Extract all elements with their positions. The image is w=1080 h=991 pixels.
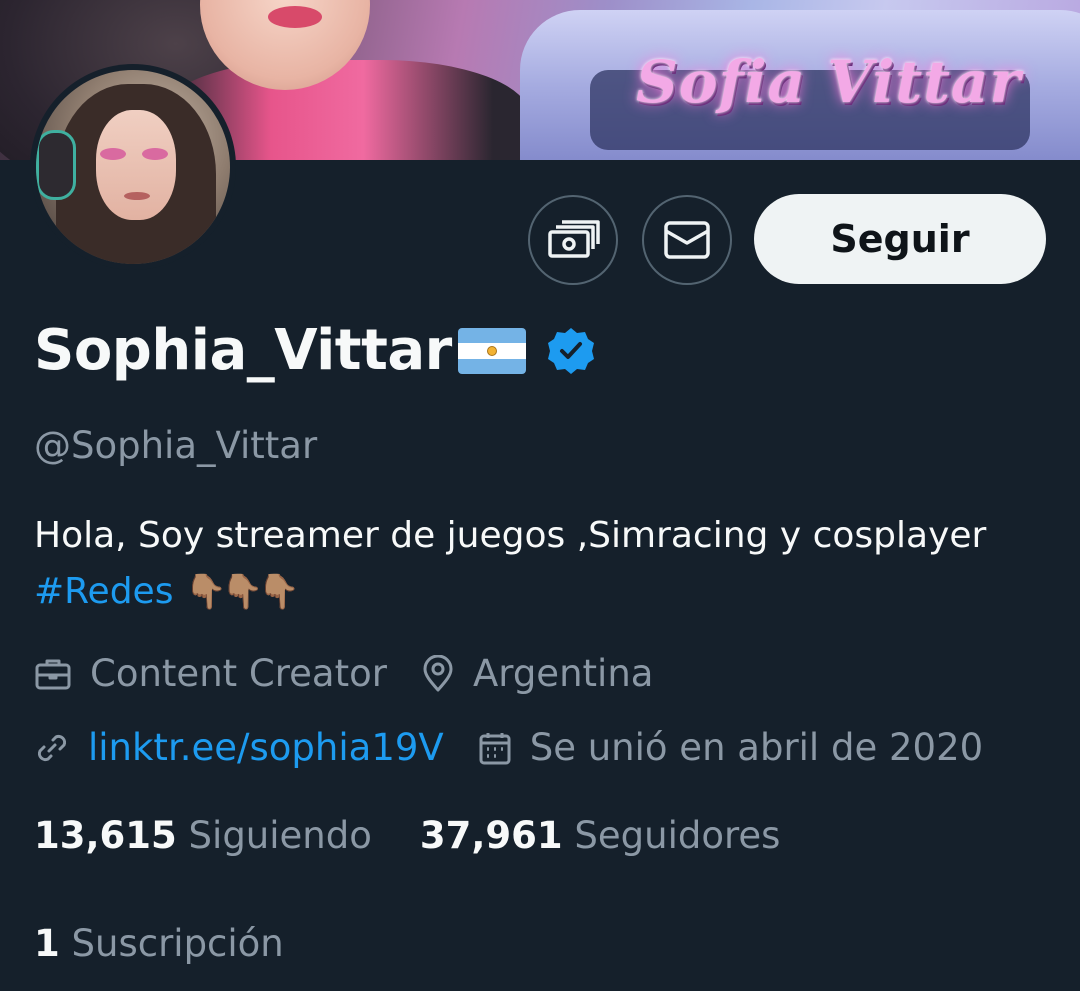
- bio: Hola, Soy streamer de juegos ,Simracing …: [34, 508, 1054, 620]
- display-name-row: Sophia_Vittar: [34, 318, 596, 383]
- website-link[interactable]: linktr.ee/sophia19V: [88, 726, 444, 769]
- followers-stat[interactable]: 37,961 Seguidores: [420, 814, 781, 857]
- avatar-image: [36, 70, 230, 264]
- subscriptions-stat[interactable]: 1 Suscripción: [34, 922, 284, 965]
- following-label: Siguiendo: [188, 814, 372, 857]
- avatar-art-mouth: [124, 192, 150, 200]
- avatar-art-eye-right: [142, 148, 168, 160]
- banner-art-lips: [268, 6, 322, 28]
- joined-date-text: Se unió en abril de 2020: [529, 726, 984, 769]
- following-stat[interactable]: 13,615 Siguiendo: [34, 814, 372, 857]
- bio-second-line: #Redes 👇🏽👇🏽👇🏽: [34, 564, 1054, 620]
- message-button[interactable]: [642, 195, 732, 285]
- profile-page: Sofia Vittar Seguir Sophia_Vittar @Sophi…: [0, 0, 1080, 991]
- followers-count: 37,961: [419, 814, 563, 857]
- briefcase-icon: [35, 659, 71, 689]
- category-item: Content Creator: [34, 652, 387, 695]
- profile-meta-row-2: linktr.ee/sophia19V Se unió en abril de …: [34, 726, 983, 769]
- profile-meta-row-1: Content Creator Argentina: [34, 652, 653, 695]
- link-icon: [37, 734, 67, 761]
- location-item: Argentina: [421, 652, 653, 695]
- verified-badge-icon[interactable]: [546, 326, 596, 376]
- avatar-art-face: [96, 110, 176, 220]
- location-pin-icon: [423, 654, 453, 691]
- banner-brand-text: Sofia Vittar: [636, 48, 1022, 116]
- avatar-art-headset: [36, 130, 76, 200]
- user-handle: @Sophia_Vittar: [34, 424, 318, 467]
- argentina-flag-icon: [457, 327, 526, 374]
- category-text: Content Creator: [90, 652, 387, 695]
- hashtag-link[interactable]: #Redes: [34, 571, 173, 612]
- follow-button[interactable]: Seguir: [754, 194, 1046, 284]
- followers-label: Seguidores: [574, 814, 781, 857]
- joined-item: Se unió en abril de 2020: [478, 726, 983, 769]
- subscriptions-count: 1: [34, 922, 60, 965]
- avatar-art-eye-left: [100, 148, 126, 160]
- follow-stats: 13,615 Siguiendo 37,961 Seguidores: [34, 814, 780, 857]
- bio-text: Hola, Soy streamer de juegos ,Simracing …: [34, 515, 987, 556]
- following-count: 13,615: [34, 814, 177, 857]
- website-item[interactable]: linktr.ee/sophia19V: [34, 726, 444, 769]
- calendar-icon: [479, 732, 511, 764]
- tip-button[interactable]: [528, 195, 618, 285]
- display-name: Sophia_Vittar: [34, 318, 452, 383]
- envelope-icon: [664, 221, 710, 259]
- location-text: Argentina: [472, 652, 654, 695]
- avatar[interactable]: [30, 64, 236, 270]
- pointing-down-emoji: 👇🏽👇🏽👇🏽: [184, 572, 300, 612]
- subscriptions-label: Suscripción: [71, 922, 284, 965]
- money-icon: [548, 220, 600, 258]
